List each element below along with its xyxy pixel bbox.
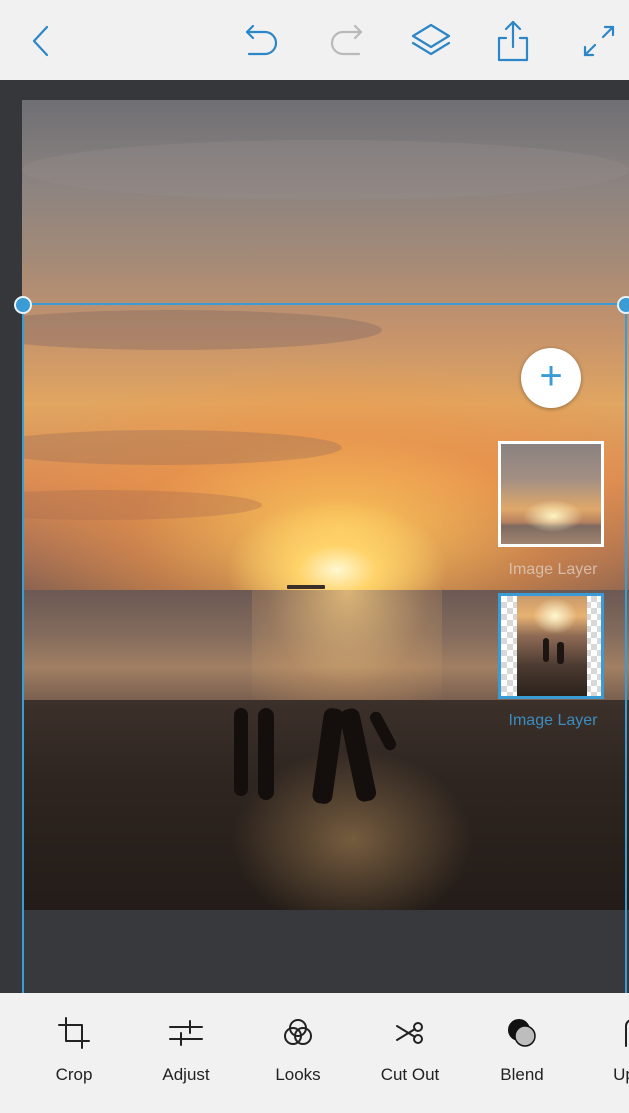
layer-preview <box>501 444 601 544</box>
adjust-tool[interactable]: Adjust <box>141 1013 231 1085</box>
tool-label: Looks <box>275 1065 321 1084</box>
figure-silhouette <box>557 642 564 664</box>
looks-icon <box>284 1019 312 1045</box>
resize-handle-top-right[interactable] <box>617 296 629 314</box>
share-button[interactable] <box>490 18 536 64</box>
canvas-background <box>22 910 629 993</box>
blend-tool[interactable]: Blend <box>477 1013 567 1085</box>
tool-label: Blend <box>500 1065 544 1084</box>
upright-icon <box>625 1019 629 1047</box>
figure-silhouette <box>543 638 549 662</box>
layer-preview <box>517 596 587 696</box>
cut-out-tool[interactable]: Cut Out <box>365 1013 455 1085</box>
tool-label: Adjust <box>162 1065 210 1084</box>
silhouette-leg <box>234 708 248 796</box>
add-layer-button[interactable]: + <box>521 348 581 408</box>
undo-button[interactable] <box>238 18 284 64</box>
redo-icon <box>330 24 363 56</box>
expand-icon <box>583 25 615 57</box>
upright-tool[interactable]: Up <box>579 1013 629 1085</box>
resize-handle-top-left[interactable] <box>14 296 32 314</box>
layer-label: Image Layer <box>508 561 598 578</box>
bottom-toolbar: Crop Adjust Looks Cut Out Blend Up <box>0 993 629 1113</box>
blend-icon <box>508 1019 536 1047</box>
share-icon <box>497 20 529 62</box>
adjust-icon <box>169 1020 203 1046</box>
sun-reflection <box>252 590 442 705</box>
crop-icon <box>58 1017 90 1049</box>
layer-label: Image Layer <box>508 712 598 729</box>
layers-icon <box>411 23 451 56</box>
tool-label: Crop <box>55 1065 93 1084</box>
tool-label: Cut Out <box>380 1065 440 1084</box>
fullscreen-button[interactable] <box>576 18 622 64</box>
tool-label: Up <box>613 1065 629 1084</box>
crop-tool[interactable]: Crop <box>29 1013 119 1085</box>
silhouette-leg <box>258 708 274 800</box>
plus-icon: + <box>539 354 563 398</box>
top-toolbar <box>0 0 629 80</box>
layer-thumbnail-1[interactable] <box>498 441 604 547</box>
cut-out-icon <box>396 1022 423 1044</box>
back-button[interactable] <box>18 18 64 64</box>
distant-ship <box>287 585 325 589</box>
redo-button[interactable] <box>324 18 370 64</box>
layers-button[interactable] <box>408 18 454 64</box>
back-icon <box>32 25 49 57</box>
looks-tool[interactable]: Looks <box>253 1013 343 1085</box>
undo-icon <box>245 24 278 56</box>
layer-thumbnail-2[interactable] <box>498 593 604 699</box>
cloud <box>22 140 629 200</box>
